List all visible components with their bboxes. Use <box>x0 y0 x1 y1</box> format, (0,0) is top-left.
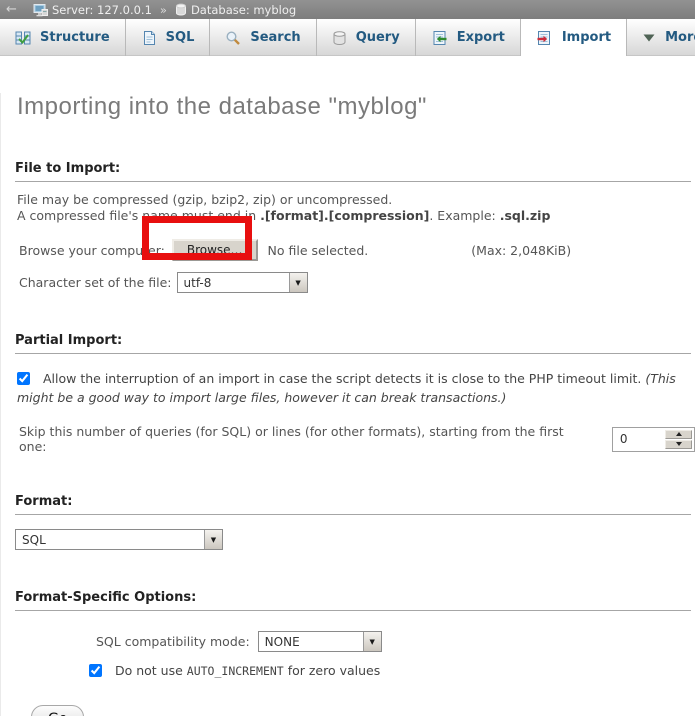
arrow-up-icon <box>676 432 682 436</box>
back-arrow-icon[interactable]: ← <box>6 2 28 17</box>
breadcrumb-bar: ← Server: 127.0.0.1 » Database: myblog <box>0 0 695 19</box>
tab-search[interactable]: Search <box>210 19 316 56</box>
server-icon <box>33 3 48 17</box>
tab-more[interactable]: More <box>627 19 695 56</box>
info-line1: File may be compressed (gzip, bzip2, zip… <box>17 192 392 207</box>
search-icon <box>225 30 241 46</box>
skip-queries-row: Skip this number of queries (for SQL) or… <box>1 424 695 454</box>
sql-compatibility-label: SQL compatibility mode: <box>96 634 250 649</box>
info-line2-mid: . Example: <box>429 208 499 223</box>
format-heading: Format: <box>15 494 691 515</box>
browse-label: Browse your computer: <box>19 243 165 258</box>
main-content: Importing into the database "myblog" Fil… <box>0 93 695 716</box>
dropdown-arrow-icon[interactable]: ▼ <box>363 632 381 651</box>
stepper-down-button[interactable] <box>665 440 692 449</box>
query-icon <box>332 30 347 46</box>
structure-icon <box>15 30 31 46</box>
tab-label: Structure <box>40 30 110 45</box>
partial-import-heading: Partial Import: <box>15 333 691 354</box>
dropdown-arrow-icon[interactable]: ▼ <box>289 273 307 292</box>
file-to-import-heading: File to Import: <box>15 161 691 182</box>
breadcrumb-separator: » <box>160 3 167 17</box>
charset-select[interactable]: utf-8 ▼ <box>177 272 308 293</box>
auto-increment-text-suffix: for zero values <box>284 663 381 678</box>
auto-increment-keyword: AUTO_INCREMENT <box>187 664 284 678</box>
dropdown-arrow-icon[interactable]: ▼ <box>204 530 222 549</box>
auto-increment-row: Do not use AUTO_INCREMENT for zero value… <box>1 663 695 678</box>
charset-selected-value: utf-8 <box>178 273 289 292</box>
charset-label: Character set of the file: <box>19 275 172 290</box>
stepper-up-button[interactable] <box>665 430 692 439</box>
charset-row: Character set of the file: utf-8 ▼ <box>1 272 695 293</box>
breadcrumb-server[interactable]: Server: 127.0.0.1 <box>33 3 152 17</box>
tab-sql[interactable]: SQL <box>126 19 211 56</box>
auto-increment-checkbox[interactable] <box>89 664 102 677</box>
auto-increment-text-prefix: Do not use <box>115 663 187 678</box>
breadcrumb-server-label: Server: 127.0.0.1 <box>52 3 152 17</box>
tab-bar: Structure SQL Search Query Export <box>0 19 695 56</box>
no-file-selected-text: No file selected. <box>268 243 369 258</box>
max-upload-size: (Max: 2,048KiB) <box>471 243 571 258</box>
export-icon <box>431 30 448 46</box>
tab-label: Search <box>250 30 300 45</box>
phpmyadmin-import-page: ← Server: 127.0.0.1 » Database: myblog S… <box>0 0 695 716</box>
stepper-buttons <box>665 430 692 449</box>
database-icon <box>175 3 187 16</box>
format-options-heading: Format-Specific Options: <box>15 590 691 611</box>
tab-structure[interactable]: Structure <box>0 19 126 56</box>
info-line2-prefix: A compressed file's name must end in <box>17 208 260 223</box>
tab-label: Export <box>457 30 505 45</box>
sql-compatibility-select[interactable]: NONE ▼ <box>258 631 382 652</box>
sql-compatibility-row: SQL compatibility mode: NONE ▼ <box>1 631 695 652</box>
skip-queries-value: 0 <box>615 430 665 449</box>
info-format-pattern: .[format].[compression] <box>260 208 429 223</box>
browse-button[interactable]: Browse… <box>172 239 258 261</box>
skip-queries-stepper[interactable]: 0 <box>612 427 695 452</box>
tab-export[interactable]: Export <box>416 19 521 56</box>
tab-query[interactable]: Query <box>317 19 416 56</box>
browse-row: Browse your computer: Browse… No file se… <box>1 237 695 263</box>
page-title: Importing into the database "myblog" <box>17 93 695 121</box>
format-select[interactable]: SQL ▼ <box>15 529 223 550</box>
info-example: .sql.zip <box>500 208 551 223</box>
tab-label: Import <box>562 30 611 45</box>
tab-label: Query <box>356 30 400 45</box>
allow-interrupt-text: Allow the interruption of an import in c… <box>43 371 645 386</box>
allow-interrupt-row: Allow the interruption of an import in c… <box>17 369 685 407</box>
compression-info: File may be compressed (gzip, bzip2, zip… <box>17 192 695 224</box>
breadcrumb-database[interactable]: Database: myblog <box>175 3 296 17</box>
allow-interrupt-checkbox[interactable] <box>17 372 30 385</box>
arrow-down-icon <box>676 442 682 446</box>
breadcrumb-database-label: Database: myblog <box>191 3 296 17</box>
sql-icon <box>141 30 157 46</box>
import-icon <box>536 30 553 46</box>
format-selected-value: SQL <box>16 530 204 549</box>
skip-queries-label: Skip this number of queries (for SQL) or… <box>19 424 568 454</box>
tab-label: SQL <box>166 30 195 45</box>
sql-compatibility-value: NONE <box>259 632 363 651</box>
tab-label: More <box>665 30 695 45</box>
go-button[interactable]: Go <box>31 705 84 716</box>
chevron-down-icon <box>642 33 656 43</box>
tab-import[interactable]: Import <box>521 19 627 56</box>
